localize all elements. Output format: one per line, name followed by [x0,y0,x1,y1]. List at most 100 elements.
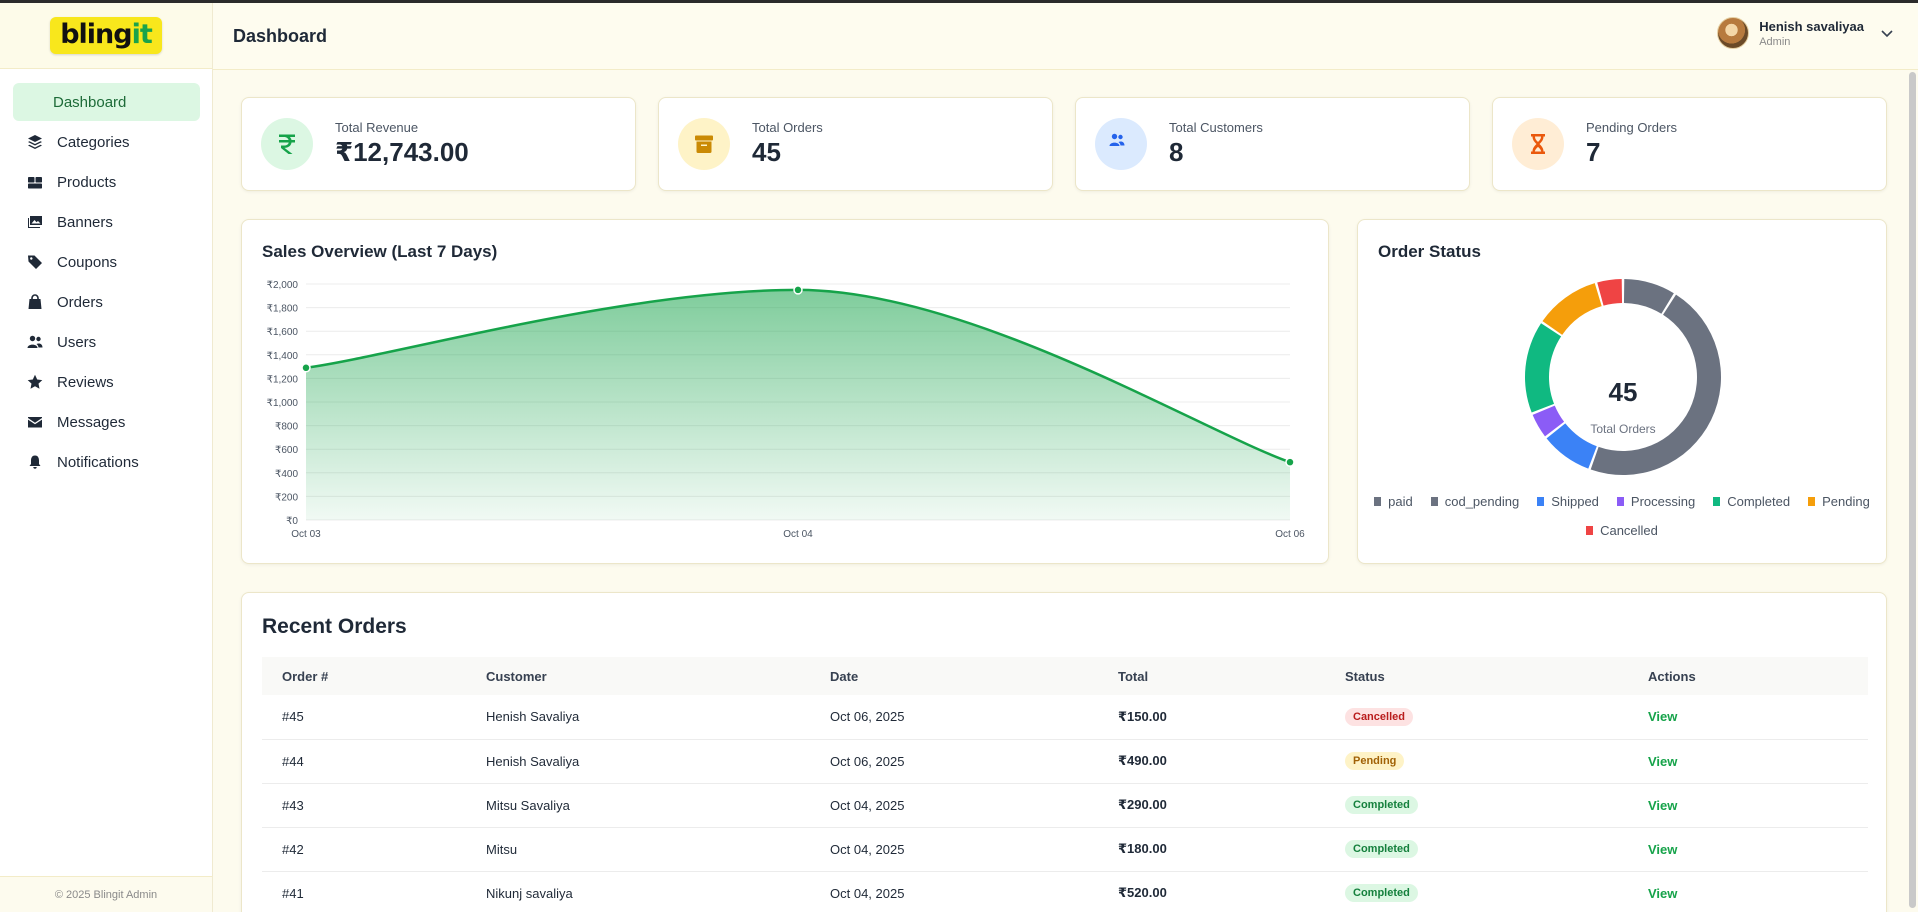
sidebar-item-products[interactable]: Products [13,163,200,201]
view-order-link[interactable]: View [1648,886,1677,901]
sidebar-item-coupons[interactable]: Coupons [13,243,200,281]
order-customer: Mitsu [486,827,830,872]
blingit-logo[interactable]: blingit [50,17,162,54]
order-id: #44 [262,739,486,784]
order-total: ₹520.00 [1118,871,1345,912]
avatar[interactable] [1717,17,1750,49]
stat-label: Total Orders [752,120,823,135]
shopping-bag-icon [27,294,43,310]
y-tick-label: ₹1,200 [267,374,299,385]
order-status-cell: Cancelled [1345,695,1648,740]
user-menu[interactable]: Henish savaliyaa Admin [1717,17,1894,49]
images-icon [27,214,43,230]
order-actions-cell: View [1648,871,1868,912]
sidebar-item-messages[interactable]: Messages [13,403,200,441]
legend-swatch [1430,497,1438,506]
sales-data-point[interactable] [793,285,803,295]
column-header: Total [1118,657,1345,695]
recent-orders-table: Order # Customer Date Total Status Actions #4… [262,657,1868,912]
sidebar-item-orders[interactable]: Orders [13,283,200,321]
y-tick-label: ₹2,000 [267,280,299,291]
order-status-cell: Completed [1345,871,1648,912]
order-customer: Henish Savaliya [486,695,830,740]
sidebar-item-notifications[interactable]: Notifications [13,443,200,481]
order-actions-cell: View [1648,827,1868,872]
y-tick-label: ₹1,600 [267,327,299,338]
envelope-icon [27,414,43,430]
sales-data-point[interactable] [1285,457,1295,467]
order-id: #42 [262,827,486,872]
legend-label: cod_pending [1444,494,1520,509]
legend-item-processing[interactable]: Processing [1616,494,1696,509]
legend-item-shipped[interactable]: Shipped [1537,494,1599,509]
donut-slice-completed[interactable] [1525,323,1562,413]
users-icon [1095,118,1147,170]
page-title: Dashboard [233,25,328,46]
x-tick-label: Oct 03 [291,529,321,540]
scrollbar[interactable] [1906,70,1918,912]
stat-card-total-customers: Total Customers 8 [1075,97,1470,191]
legend-item-cod-pending[interactable]: cod_pending [1430,494,1520,509]
column-header: Order # [262,657,486,695]
donut-slice-paid[interactable] [1623,279,1674,314]
view-order-link[interactable]: View [1648,798,1677,813]
order-id: #45 [262,695,486,740]
y-tick-label: ₹1,400 [267,351,299,362]
order-customer: Nikunj savaliya [486,871,830,912]
legend-item-completed[interactable]: Completed [1713,494,1790,509]
scrollbar-thumb[interactable] [1909,72,1916,908]
star-icon [27,374,43,390]
y-tick-label: ₹0 [286,516,298,527]
sales-chart: ₹0 ₹200 ₹400 ₹600 ₹800 ₹1,000 ₹1,200 ₹1,400 ₹1,6… [267,280,1306,540]
legend-item-paid[interactable]: paid [1374,494,1413,509]
sidebar-item-label: Categories [57,133,130,151]
donut-slice-shipped[interactable] [1546,423,1597,469]
y-tick-label: ₹400 [275,469,298,480]
sidebar-item-label: Orders [57,293,103,311]
legend-item-cancelled[interactable]: Cancelled [1586,523,1658,538]
sidebar-item-categories[interactable]: Categories [13,123,200,161]
chevron-down-icon[interactable] [1880,26,1894,40]
view-order-link[interactable]: View [1648,709,1677,724]
recent-orders-panel: Recent Orders Order # Customer Date Total St… [241,592,1887,912]
column-header: Date [830,657,1118,695]
status-badge: Completed [1345,840,1418,858]
donut-slice-pending[interactable] [1542,283,1602,335]
sidebar-item-banners[interactable]: Banners [13,203,200,241]
legend-swatch [1808,497,1816,506]
table-row: #44 Henish Savaliya Oct 06, 2025 ₹490.00 Pen… [262,739,1868,784]
sales-data-point[interactable] [301,363,311,373]
x-tick-label: Oct 06 [1275,529,1305,540]
order-id: #43 [262,783,486,828]
table-header-row: Order # Customer Date Total Status Actions [262,657,1868,695]
user-role: Admin [1759,35,1791,48]
status-badge: Cancelled [1345,707,1413,726]
order-total: ₹180.00 [1118,827,1345,872]
sidebar-item-label: Users [57,333,97,351]
donut-center-label: Total Orders [1590,422,1655,436]
order-date: Oct 04, 2025 [830,871,1118,912]
sidebar-item-label: Messages [57,413,126,431]
logo-text-accent: it [131,19,153,50]
sidebar-item-reviews[interactable]: Reviews [13,363,200,401]
sidebar-item-dashboard[interactable]: Dashboard [13,83,200,121]
legend-label: Processing [1630,494,1696,509]
view-order-link[interactable]: View [1648,754,1677,769]
users-icon [27,334,43,350]
legend-label: paid [1388,494,1413,509]
legend-item-pending[interactable]: Pending [1808,494,1870,509]
y-tick-label: ₹1,800 [267,304,299,315]
stat-card-total-orders: Total Orders 45 [658,97,1053,191]
order-total: ₹150.00 [1118,695,1345,740]
stat-label: Total Revenue [335,120,419,135]
donut-slice-cancelled[interactable] [1597,279,1623,306]
sales-overview-panel: Sales Overview (Last 7 Days) ₹0 ₹200 ₹400 ₹… [241,219,1329,564]
table-row: #45 Henish Savaliya Oct 06, 2025 ₹150.00 Can… [262,695,1868,740]
sidebar-item-users[interactable]: Users [13,323,200,361]
order-actions-cell: View [1648,783,1868,828]
view-order-link[interactable]: View [1648,842,1677,857]
legend-swatch [1616,497,1624,506]
sales-area-fill [306,289,1290,520]
table-row: #41 Nikunj savaliya Oct 04, 2025 ₹520.00 Com… [262,871,1868,912]
order-date: Oct 04, 2025 [830,783,1118,828]
